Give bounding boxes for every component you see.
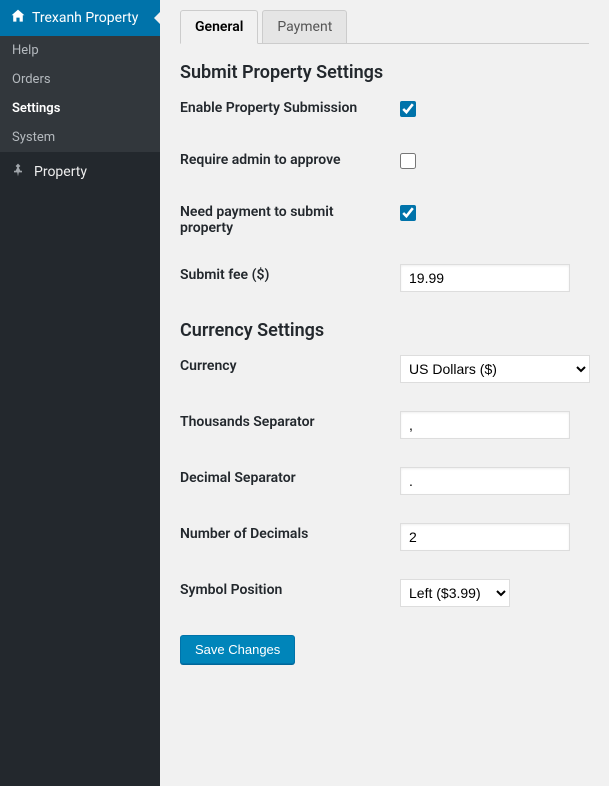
checkbox-need-payment[interactable] — [400, 205, 416, 221]
tab-payment[interactable]: Payment — [262, 10, 347, 44]
row-enable-submission: Enable Property Submission — [180, 97, 589, 121]
sidebar-header[interactable]: Trexanh Property — [0, 0, 160, 36]
input-decimal-sep[interactable] — [400, 467, 570, 495]
row-decimal-sep: Decimal Separator — [180, 467, 589, 495]
section-heading-currency: Currency Settings — [180, 320, 589, 341]
sidebar-title: Trexanh Property — [32, 10, 150, 26]
label-require-approve: Require admin to approve — [180, 149, 400, 168]
sidebar-item-help[interactable]: Help — [0, 36, 160, 65]
label-num-decimals: Number of Decimals — [180, 523, 400, 542]
sidebar-item-label: Property — [34, 164, 87, 180]
row-thousand-sep: Thousands Separator — [180, 411, 589, 439]
section-heading-submit: Submit Property Settings — [180, 62, 589, 83]
label-enable-submission: Enable Property Submission — [180, 97, 400, 116]
main-content: General Payment Submit Property Settings… — [160, 0, 609, 786]
row-num-decimals: Number of Decimals — [180, 523, 589, 551]
select-symbol-position[interactable]: Left ($3.99) — [400, 579, 510, 607]
sidebar-item-system[interactable]: System — [0, 123, 160, 152]
select-currency[interactable]: US Dollars ($) — [400, 355, 590, 383]
save-button[interactable]: Save Changes — [180, 635, 295, 664]
pin-icon — [10, 162, 26, 182]
sidebar-item-settings[interactable]: Settings — [0, 94, 160, 123]
label-submit-fee: Submit fee ($) — [180, 264, 400, 283]
label-symbol-position: Symbol Position — [180, 579, 400, 598]
input-submit-fee[interactable] — [400, 264, 570, 292]
tab-general[interactable]: General — [180, 10, 258, 44]
label-decimal-sep: Decimal Separator — [180, 467, 400, 486]
sidebar: Trexanh Property Help Orders Settings Sy… — [0, 0, 160, 786]
caret-icon — [154, 12, 160, 24]
tabs: General Payment — [180, 10, 589, 44]
sidebar-item-property[interactable]: Property — [0, 152, 160, 192]
row-need-payment: Need payment to submit property — [180, 201, 589, 236]
label-thousand-sep: Thousands Separator — [180, 411, 400, 430]
input-num-decimals[interactable] — [400, 523, 570, 551]
row-currency: Currency US Dollars ($) — [180, 355, 589, 383]
checkbox-require-approve[interactable] — [400, 153, 416, 169]
row-submit-fee: Submit fee ($) — [180, 264, 589, 292]
label-currency: Currency — [180, 355, 400, 374]
label-need-payment: Need payment to submit property — [180, 201, 400, 236]
row-symbol-position: Symbol Position Left ($3.99) — [180, 579, 589, 607]
input-thousand-sep[interactable] — [400, 411, 570, 439]
home-icon — [10, 8, 26, 28]
row-require-approve: Require admin to approve — [180, 149, 589, 173]
sidebar-submenu: Help Orders Settings System — [0, 36, 160, 152]
checkbox-enable-submission[interactable] — [400, 101, 416, 117]
sidebar-item-orders[interactable]: Orders — [0, 65, 160, 94]
